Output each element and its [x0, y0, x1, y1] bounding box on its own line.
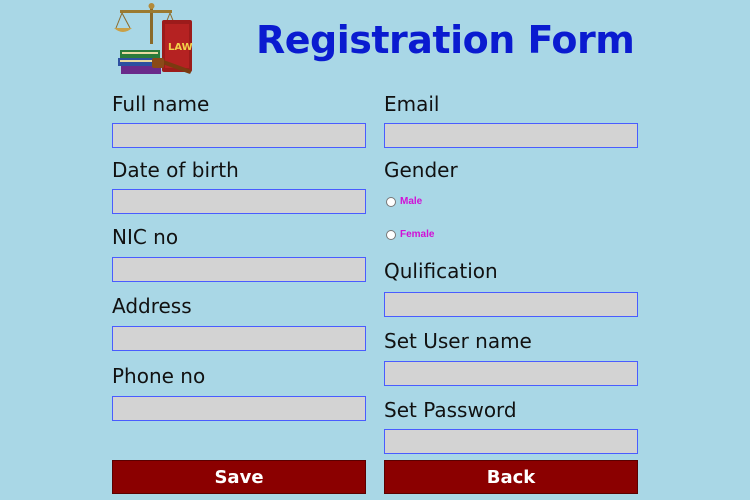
password-field[interactable]	[384, 429, 638, 454]
email-label: Email	[384, 92, 440, 116]
address-field[interactable]	[112, 326, 366, 351]
nic-field[interactable]	[112, 257, 366, 282]
full-name-field[interactable]	[112, 123, 366, 148]
phone-label: Phone no	[112, 364, 206, 388]
phone-field[interactable]	[112, 396, 366, 421]
username-field[interactable]	[384, 361, 638, 386]
full-name-label: Full name	[112, 92, 210, 116]
gender-female-option[interactable]: Female	[386, 229, 434, 240]
email-field[interactable]	[384, 123, 638, 148]
nic-label: NIC no	[112, 225, 179, 249]
password-label: Set Password	[384, 398, 517, 422]
back-button[interactable]: Back	[384, 460, 638, 494]
gender-female-radio[interactable]	[386, 229, 396, 240]
save-button[interactable]: Save	[112, 460, 366, 494]
gender-male-option[interactable]: Male	[386, 196, 422, 207]
address-label: Address	[112, 294, 192, 318]
dob-field[interactable]	[112, 189, 366, 214]
username-label: Set User name	[384, 329, 532, 353]
dob-label: Date of birth	[112, 158, 239, 182]
law-logo-icon: LAW	[114, 3, 193, 74]
qualification-label: Qulification	[384, 259, 498, 283]
gender-female-label: Female	[400, 229, 435, 240]
gender-male-radio[interactable]	[386, 196, 396, 207]
gender-label: Gender	[384, 158, 458, 182]
gender-male-label: Male	[400, 196, 423, 207]
law-badge-text: LAW	[168, 42, 193, 53]
qualification-field[interactable]	[384, 292, 638, 317]
page-title: Registration Form	[256, 18, 635, 62]
